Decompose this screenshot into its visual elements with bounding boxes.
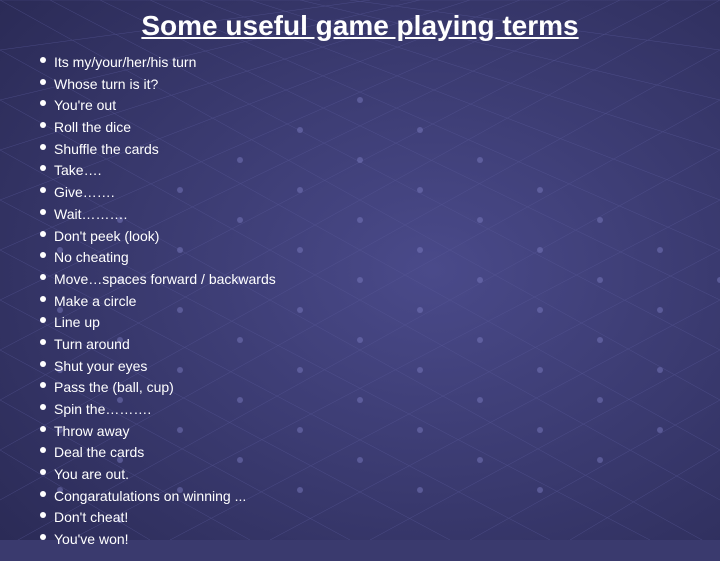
list-item: Shut your eyes [40,356,680,378]
list-item: Make a circle [40,291,680,313]
term-text: Give……. [54,182,115,204]
list-item: Line up [40,312,680,334]
list-item: Deal the cards [40,442,680,464]
bullet-icon [40,100,46,106]
term-text: Deal the cards [54,442,144,464]
term-text: Don't peek (look) [54,226,159,248]
bullet-icon [40,382,46,388]
term-text: You're out [54,95,116,117]
term-text: Take…. [54,160,101,182]
bullet-icon [40,165,46,171]
list-item: Whose turn is it? [40,74,680,96]
list-item: Take…. [40,160,680,182]
bullet-icon [40,317,46,323]
page-title: Some useful game playing terms [40,10,680,42]
list-item: Don't peek (look) [40,226,680,248]
term-text: Throw away [54,421,129,443]
list-item: Give……. [40,182,680,204]
bullet-icon [40,252,46,258]
list-item: You're out [40,95,680,117]
bullet-icon [40,209,46,215]
list-item: Pass the (ball, cup) [40,377,680,399]
term-text: Turn around [54,334,130,356]
term-text: Roll the dice [54,117,131,139]
term-text: Congaratulations on winning ... [54,486,246,508]
term-text: Whose turn is it? [54,74,158,96]
bullet-icon [40,512,46,518]
bullet-icon [40,426,46,432]
term-text: Spin the………. [54,399,151,421]
term-text: Pass the (ball, cup) [54,377,174,399]
list-item: Shuffle the cards [40,139,680,161]
term-text: Shuffle the cards [54,139,159,161]
term-text: No cheating [54,247,129,269]
bullet-icon [40,231,46,237]
bullet-icon [40,339,46,345]
bullet-icon [40,187,46,193]
term-text: Line up [54,312,100,334]
term-text: Don't cheat! [54,507,128,529]
list-item: Spin the………. [40,399,680,421]
term-text: Wait………. [54,204,127,226]
list-item: Move…spaces forward / backwards [40,269,680,291]
bullet-icon [40,534,46,540]
term-text: Shut your eyes [54,356,147,378]
list-item: Turn around [40,334,680,356]
list-item: Throw away [40,421,680,443]
bullet-icon [40,79,46,85]
bullet-icon [40,122,46,128]
bullet-icon [40,296,46,302]
bullet-icon [40,469,46,475]
terms-list: Its my/your/her/his turnWhose turn is it… [40,52,680,551]
bullet-icon [40,361,46,367]
bullet-icon [40,491,46,497]
term-text: Move…spaces forward / backwards [54,269,276,291]
main-content: Some useful game playing terms Its my/yo… [0,0,720,561]
term-text: Make a circle [54,291,136,313]
bullet-icon [40,274,46,280]
list-item: No cheating [40,247,680,269]
list-item: You are out. [40,464,680,486]
list-item: Wait………. [40,204,680,226]
list-item: Don't cheat! [40,507,680,529]
bullet-icon [40,144,46,150]
list-item: Congaratulations on winning ... [40,486,680,508]
term-text: You are out. [54,464,129,486]
bullet-icon [40,57,46,63]
list-item: Roll the dice [40,117,680,139]
list-item: Its my/your/her/his turn [40,52,680,74]
bullet-icon [40,447,46,453]
term-text: Its my/your/her/his turn [54,52,196,74]
bullet-icon [40,404,46,410]
